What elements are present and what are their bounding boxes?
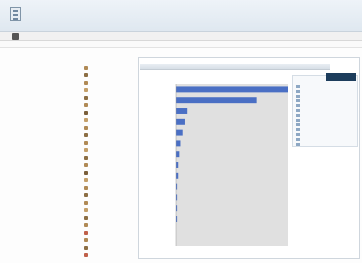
folder-icon xyxy=(84,163,88,168)
toolbar xyxy=(0,32,362,41)
folder-icon xyxy=(84,238,88,243)
tree-item[interactable] xyxy=(84,252,134,260)
folder-icon xyxy=(84,88,88,93)
folder-icon xyxy=(84,95,88,100)
folder-icon xyxy=(84,223,88,228)
tree-item[interactable] xyxy=(84,102,134,110)
tree-item[interactable] xyxy=(84,192,134,200)
folder-icon xyxy=(84,118,88,123)
folder-icon xyxy=(84,125,88,130)
tree-item[interactable] xyxy=(84,162,134,170)
tree-item[interactable] xyxy=(84,94,134,102)
legend-swatch xyxy=(296,104,300,108)
folder-icon xyxy=(84,215,88,220)
folder-icon xyxy=(84,200,88,205)
legend-swatch xyxy=(296,109,300,112)
legend-header[interactable] xyxy=(326,73,356,81)
tree-item[interactable] xyxy=(84,199,134,207)
report-logo-icon[interactable] xyxy=(10,7,21,21)
legend-swatch xyxy=(296,137,300,141)
chart-bar[interactable] xyxy=(176,151,180,158)
folder-icon xyxy=(84,140,88,145)
chart-bar[interactable] xyxy=(176,118,185,125)
legend-swatch xyxy=(296,142,300,146)
tree-item[interactable] xyxy=(84,117,134,125)
legend-swatch xyxy=(296,99,300,103)
tree-item[interactable] xyxy=(84,207,134,215)
tree-item[interactable] xyxy=(84,169,134,177)
legend-swatch xyxy=(296,89,300,93)
chart-bar[interactable] xyxy=(176,172,179,179)
page-header xyxy=(0,0,362,32)
folder-icon xyxy=(84,253,88,258)
home-icon[interactable] xyxy=(12,33,19,40)
chart-bar[interactable] xyxy=(176,162,179,168)
tree-item[interactable] xyxy=(84,184,134,192)
tree-item[interactable] xyxy=(84,147,134,155)
tree-item[interactable] xyxy=(84,64,134,72)
tree-item[interactable] xyxy=(84,109,134,117)
tree-list xyxy=(84,64,134,260)
chart-bar[interactable] xyxy=(176,86,288,93)
tree-item[interactable] xyxy=(84,154,134,162)
folder-icon xyxy=(84,208,88,213)
legend-swatch xyxy=(296,133,300,136)
legend-swatch xyxy=(296,118,300,122)
chart-bar[interactable] xyxy=(176,97,257,104)
tree-item[interactable] xyxy=(84,237,134,245)
folder-icon xyxy=(84,245,88,250)
tree-item[interactable] xyxy=(84,72,134,80)
folder-icon xyxy=(84,155,88,160)
folder-icon xyxy=(84,73,88,78)
folder-icon xyxy=(84,230,88,235)
breadcrumb xyxy=(0,41,362,48)
folder-icon xyxy=(84,170,88,175)
folder-icon xyxy=(84,110,88,115)
chart-bar[interactable] xyxy=(176,129,183,136)
chart-bar[interactable] xyxy=(176,108,188,114)
chart-legend xyxy=(292,75,358,147)
tree-item[interactable] xyxy=(84,124,134,132)
tree-item[interactable] xyxy=(84,132,134,140)
tree-item[interactable] xyxy=(84,177,134,185)
legend-swatch xyxy=(296,85,300,88)
tree-item[interactable] xyxy=(84,214,134,222)
tree-item[interactable] xyxy=(84,229,134,237)
tree-item[interactable] xyxy=(84,222,134,230)
legend-swatch xyxy=(296,94,300,98)
app-window xyxy=(0,0,362,263)
legend-swatch xyxy=(296,113,300,117)
legend-swatch xyxy=(296,123,300,127)
folder-icon xyxy=(84,80,88,85)
folder-icon xyxy=(84,65,88,70)
chart-bar[interactable] xyxy=(176,140,181,147)
folder-icon xyxy=(84,133,88,138)
folder-icon xyxy=(84,178,88,183)
tree-item[interactable] xyxy=(84,87,134,95)
folder-icon xyxy=(84,103,88,108)
folder-icon xyxy=(84,193,88,198)
tree-item[interactable] xyxy=(84,244,134,252)
legend-entry[interactable] xyxy=(296,142,356,147)
tree-item[interactable] xyxy=(84,79,134,87)
tree-item[interactable] xyxy=(84,139,134,147)
folder-icon xyxy=(84,185,88,190)
legend-swatch xyxy=(296,128,300,132)
folder-icon xyxy=(84,148,88,153)
